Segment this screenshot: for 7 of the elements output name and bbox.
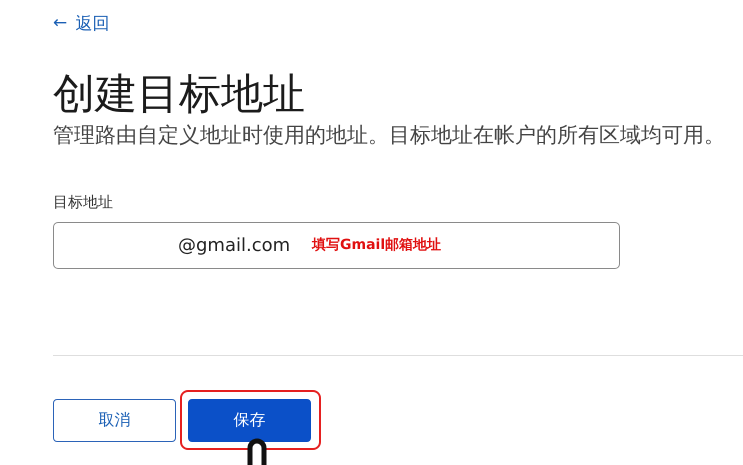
annotation-note: 填写Gmail邮箱地址 [312, 236, 442, 254]
back-link[interactable]: ← 返回 [53, 12, 743, 34]
save-button[interactable]: 保存 [188, 399, 311, 442]
field-label: 目标地址 [53, 192, 114, 212]
page-description: 管理路由自定义地址时使用的地址。目标地址在帐户的所有区域均可用。 [53, 122, 726, 148]
page-title: 创建目标地址 [53, 68, 306, 120]
cancel-button[interactable]: 取消 [53, 399, 176, 442]
